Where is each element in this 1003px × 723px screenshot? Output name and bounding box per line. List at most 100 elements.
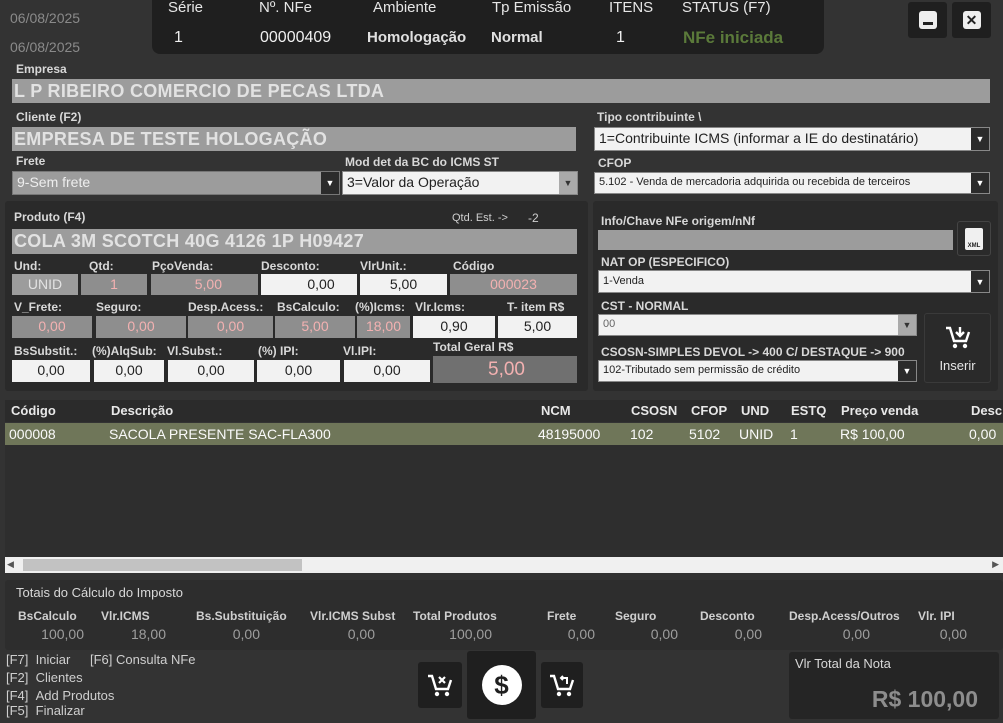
info-chave-field[interactable] — [598, 230, 953, 250]
vlr-unit-field[interactable]: 5,00 — [360, 274, 447, 295]
cell-estq: 1 — [790, 426, 798, 442]
scroll-left-icon[interactable]: ◀ — [7, 559, 14, 570]
tot-bssubst-label: Bs.Substituição — [196, 609, 287, 623]
vl-subst-field[interactable]: 0,00 — [168, 360, 254, 382]
table-row[interactable]: 000008 SACOLA PRESENTE SAC-FLA300 481950… — [5, 423, 1003, 445]
tot-seguro-value: 0,00 — [650, 626, 678, 642]
desconto-field[interactable]: 0,00 — [261, 274, 357, 295]
chevron-down-icon: ▼ — [971, 128, 989, 150]
shortcut-clientes[interactable]: [F2] Clientes — [6, 670, 83, 685]
return-item-button[interactable] — [541, 662, 583, 708]
nat-op-value: 1-Venda — [603, 275, 644, 287]
close-button[interactable]: ✕ — [952, 2, 991, 38]
cliente-field[interactable]: EMPRESA DE TESTE HOLOGAÇÃO — [12, 127, 576, 151]
mod-bc-select[interactable]: 3=Valor da Operação ▼ — [342, 171, 578, 195]
cst-select[interactable]: 00 ▼ — [598, 314, 917, 336]
val-serie: 1 — [174, 29, 183, 46]
icms-pct-label: (%)Icms: — [355, 300, 406, 314]
seguro-field[interactable]: 0,00 — [96, 316, 186, 338]
val-ambiente: Homologação — [367, 29, 467, 46]
tipo-contribuinte-value: 1=Contribuinte ICMS (informar a IE do de… — [599, 130, 919, 146]
cart-return-icon — [550, 674, 575, 697]
tot-desconto-label: Desconto — [700, 609, 755, 623]
frete-label: Frete — [16, 154, 46, 168]
col-codigo[interactable]: Código — [11, 403, 56, 418]
vl-subst-label: Vl.Subst.: — [167, 344, 223, 358]
total-nota-value: R$ 100,00 — [871, 686, 978, 712]
tot-produtos-value: 100,00 — [449, 626, 492, 642]
cst-label: CST - NORMAL — [601, 299, 689, 313]
ipi-pct-label: (%) IPI: — [258, 344, 299, 358]
chevron-down-icon: ▼ — [971, 271, 989, 292]
scroll-right-icon[interactable]: ▶ — [992, 559, 999, 570]
pco-venda-label: PçoVenda: — [152, 259, 214, 273]
shortcut-iniciar[interactable]: [F7] Iniciar — [6, 652, 70, 667]
cell-preco-venda: R$ 100,00 — [840, 426, 905, 442]
tot-desp-label: Desp.Acess/Outros — [789, 609, 900, 623]
status-badge: NFe iniciada — [683, 28, 784, 47]
cell-csosn: 102 — [630, 426, 654, 442]
ipi-pct-field[interactable]: 0,00 — [257, 360, 340, 382]
finalizar-button[interactable]: $ — [467, 651, 536, 719]
qtd-field[interactable]: 1 — [81, 274, 147, 295]
col-tp-emissao: Tp Emissão — [492, 0, 572, 16]
nat-op-select[interactable]: 1-Venda ▼ — [598, 270, 990, 293]
und-field: UNID — [12, 274, 78, 295]
cart-remove-icon — [428, 674, 453, 697]
t-item-label: T- item R$ — [507, 300, 565, 314]
vlr-icms-label: Vlr.Icms: — [415, 300, 466, 314]
minimize-button[interactable] — [908, 2, 947, 38]
col-csosn[interactable]: CSOSN — [631, 403, 677, 418]
tot-vlricms-label: Vlr.ICMS — [101, 609, 150, 623]
inserir-button[interactable]: Inserir — [924, 313, 991, 383]
shortcut-finalizar[interactable]: [F5] Finalizar — [6, 703, 85, 718]
vl-ipi-label: Vl.IPI: — [343, 344, 377, 358]
col-desc[interactable]: Desc — [971, 403, 1002, 418]
tot-frete-value: 0,00 — [567, 626, 595, 642]
close-icon: ✕ — [962, 11, 981, 29]
val-tp-emissao: Normal — [491, 29, 543, 46]
bs-calculo-label: BsCalculo: — [277, 300, 340, 314]
col-nfe: Nº. NFe — [259, 0, 312, 16]
xml-import-button[interactable]: XML — [957, 221, 991, 256]
table-header: Código Descrição NCM CSOSN CFOP UND ESTQ… — [5, 400, 1003, 422]
tipo-contribuinte-label: Tipo contribuinte \ — [597, 110, 702, 124]
bs-substit-field[interactable]: 0,00 — [12, 360, 90, 382]
cst-value: 00 — [603, 318, 616, 330]
dollar-icon: $ — [481, 665, 522, 705]
tot-desconto-value: 0,00 — [734, 626, 762, 642]
vl-ipi-field[interactable]: 0,00 — [344, 360, 430, 382]
cfop-select[interactable]: 5.102 - Venda de mercadoria adquirida ou… — [594, 172, 990, 194]
col-status: STATUS (F7) — [682, 0, 771, 16]
tipo-contribuinte-select[interactable]: 1=Contribuinte ICMS (informar a IE do de… — [594, 127, 990, 151]
mod-bc-label: Mod det da BC do ICMS ST — [345, 155, 499, 169]
frete-value: 9-Sem frete — [17, 174, 91, 190]
frete-select[interactable]: 9-Sem frete ▼ — [12, 171, 340, 195]
col-estq[interactable]: ESTQ — [791, 403, 826, 418]
icms-pct-field[interactable]: 18,00 — [357, 316, 410, 338]
v-frete-field[interactable]: 0,00 — [12, 316, 92, 338]
col-ncm[interactable]: NCM — [541, 403, 571, 418]
shortcut-add-produtos[interactable]: [F4] Add Produtos — [6, 688, 114, 703]
horizontal-scrollbar[interactable]: ◀ ▶ — [5, 557, 1003, 573]
desp-acess-field[interactable]: 0,00 — [188, 316, 273, 338]
shortcut-consulta-nfe[interactable]: [F6] Consulta NFe — [90, 652, 196, 667]
scroll-thumb[interactable] — [23, 559, 302, 571]
alq-sub-field[interactable]: 0,00 — [94, 360, 164, 382]
produto-label: Produto (F4) — [14, 210, 86, 224]
col-cfop[interactable]: CFOP — [691, 403, 727, 418]
v-frete-label: V_Frete: — [14, 300, 63, 314]
col-descricao[interactable]: Descrição — [111, 403, 173, 418]
inserir-label: Inserir — [939, 357, 976, 373]
pco-venda-field[interactable]: 5,00 — [151, 274, 258, 295]
total-geral-field: 5,00 — [433, 356, 577, 383]
csosn-select[interactable]: 102-Tributado sem permissão de crédito ▼ — [598, 360, 917, 382]
remove-item-button[interactable] — [418, 662, 462, 708]
qtd-est-value: -2 — [528, 211, 539, 225]
empresa-label: Empresa — [16, 62, 67, 76]
produto-field[interactable]: COLA 3M SCOTCH 40G 4126 1P H09427 — [12, 229, 577, 254]
header-dates: 06/08/2025 06/08/2025 — [10, 4, 80, 62]
col-preco-venda[interactable]: Preço venda — [841, 403, 918, 418]
col-und[interactable]: UND — [741, 403, 769, 418]
desp-acess-label: Desp.Acess.: — [188, 300, 264, 314]
